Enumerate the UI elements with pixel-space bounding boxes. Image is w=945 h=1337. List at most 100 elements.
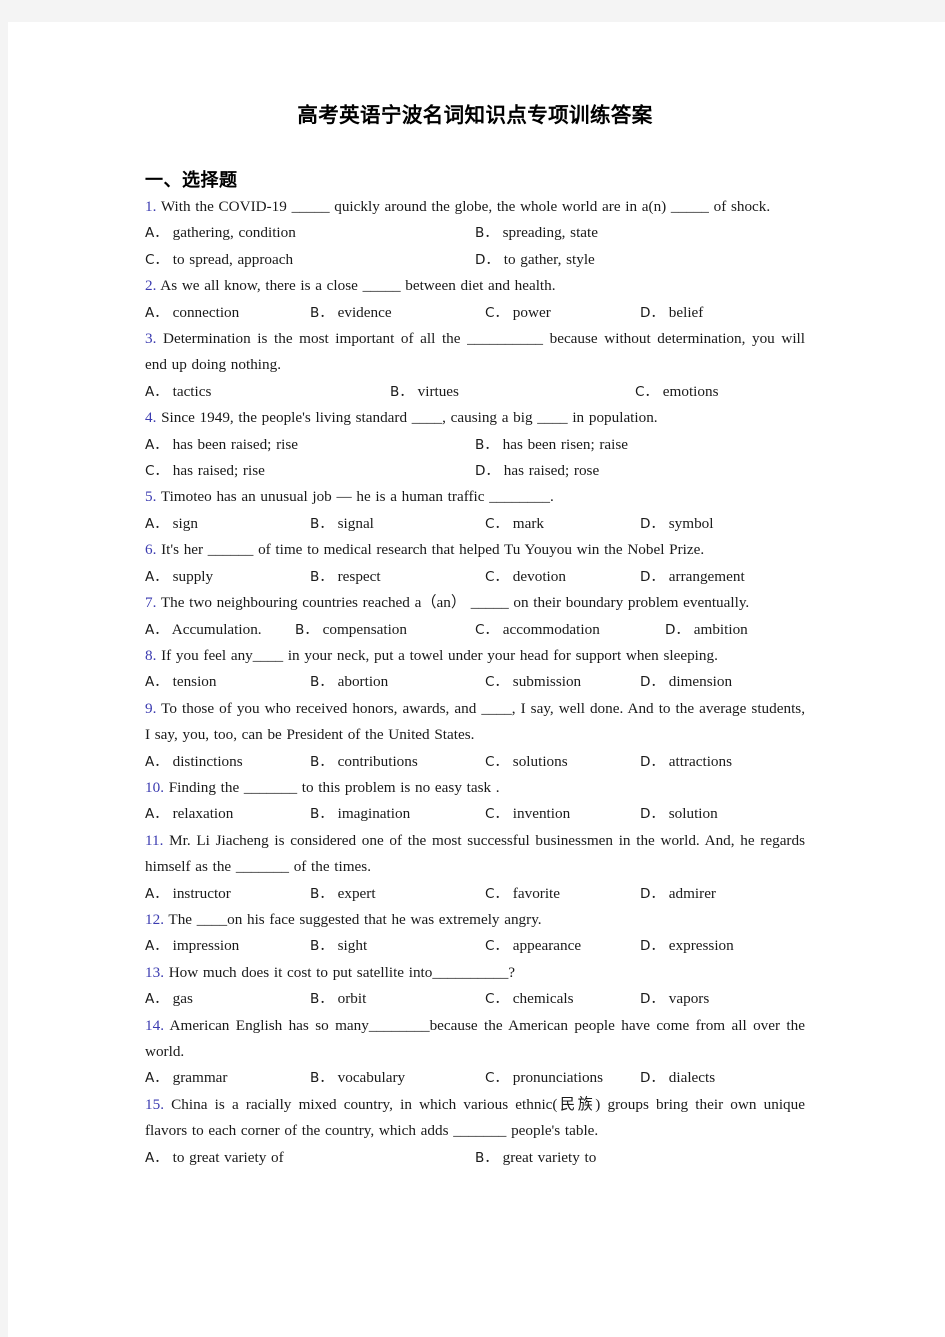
option-label: chemicals [512,990,574,1008]
option-choice[interactable]: D． solution [640,801,805,827]
option-choice[interactable]: B． expert [310,881,485,907]
option-choice[interactable]: B． imagination [310,801,485,827]
question-text: 5. Timoteo has an unusual job — he is a … [145,484,805,510]
option-choice[interactable]: D． symbol [640,511,805,537]
option-letter: C． [485,515,509,532]
option-row: A． relaxation B． imagination C． invention D… [145,801,805,827]
option-choice[interactable]: A． instructor [145,881,310,907]
option-letter: A． [145,674,168,691]
option-row: C． has raised; rise D． has raised; rose [145,458,805,484]
option-letter: D． [640,806,665,823]
option-letter: C． [635,383,659,400]
option-choice[interactable]: A． relaxation [145,801,310,827]
section-heading-multiple-choice: 一、选择题 [145,170,238,190]
option-choice[interactable]: B． virtues [390,379,635,405]
option-choice[interactable]: A． impression [145,933,310,959]
option-letter: A． [145,991,168,1008]
option-row: A． sign B． signal C． mark D． symbol [145,511,805,537]
option-choice[interactable]: B． compensation [295,617,475,643]
option-letter: D． [475,463,500,480]
option-letter: A． [145,1070,168,1087]
option-choice[interactable]: B． contributions [310,749,485,775]
option-choice[interactable]: D． vapors [640,986,805,1012]
option-choice[interactable]: D． has raised; rose [475,458,805,484]
option-letter: D． [475,251,500,268]
option-choice[interactable]: B． spreading, state [475,220,805,246]
option-choice[interactable]: D． to gather, style [475,247,805,273]
option-choice[interactable]: C． pronunciations [485,1065,640,1091]
option-label: accommodation [502,620,600,638]
option-choice[interactable]: A． gas [145,986,310,1012]
option-choice[interactable]: C． solutions [485,749,640,775]
option-choice[interactable]: C． appearance [485,933,640,959]
option-label: impression [172,937,240,955]
option-choice[interactable]: A． has been raised; rise [145,432,475,458]
option-choice[interactable]: D． ambition [665,617,805,643]
option-label: respect [337,567,381,585]
option-choice[interactable]: C． submission [485,669,640,695]
option-letter: A． [145,436,168,453]
option-label: favorite [512,884,561,902]
option-label: tactics [172,382,212,400]
option-choice[interactable]: A． connection [145,300,310,326]
option-choice[interactable]: C． mark [485,511,640,537]
option-choice[interactable]: C． devotion [485,564,640,590]
option-choice[interactable]: C． chemicals [485,986,640,1012]
option-label: symbol [668,514,714,532]
option-letter: B． [310,885,333,902]
option-choice[interactable]: C． power [485,300,640,326]
option-letter: A． [145,938,168,955]
option-choice[interactable]: B． evidence [310,300,485,326]
question-block: 9. To those of you who received honors, … [145,696,805,775]
question-number: 7. [145,594,157,612]
option-label: belief [668,303,704,321]
option-choice[interactable]: A． distinctions [145,749,310,775]
option-choice[interactable]: D． dialects [640,1065,805,1091]
option-letter: B． [310,1070,333,1087]
option-choice[interactable]: B． has been risen; raise [475,432,805,458]
option-choice[interactable]: B． orbit [310,986,485,1012]
option-choice[interactable]: B． signal [310,511,485,537]
option-choice[interactable]: C． has raised; rise [145,458,475,484]
option-letter: B． [475,1149,498,1166]
question-text: 12. The ____on his face suggested that h… [145,907,805,933]
option-choice[interactable]: C． emotions [635,379,805,405]
option-choice[interactable]: A． sign [145,511,310,537]
option-choice[interactable]: A． gathering, condition [145,220,475,246]
option-choice[interactable]: D． expression [640,933,805,959]
option-choice[interactable]: D． arrangement [640,564,805,590]
option-label: emotions [662,382,719,400]
option-choice[interactable]: B． sight [310,933,485,959]
option-choice[interactable]: B． vocabulary [310,1065,485,1091]
option-choice[interactable]: C． accommodation [475,617,665,643]
option-choice[interactable]: D． attractions [640,749,805,775]
option-choice[interactable]: D． dimension [640,669,805,695]
option-choice[interactable]: A． supply [145,564,310,590]
option-label: vocabulary [337,1069,406,1087]
option-choice[interactable]: A． tactics [145,379,390,405]
question-block: 11. Mr. Li Jiacheng is considered one of… [145,828,805,907]
option-choice[interactable]: C． favorite [485,881,640,907]
question-number: 4. [145,409,157,427]
question-block: 10. Finding the _______ to this problem … [145,775,805,828]
option-choice[interactable]: B． abortion [310,669,485,695]
question-body: Determination is the most important of a… [145,330,805,374]
option-letter: C． [485,1070,509,1087]
option-choice[interactable]: D． belief [640,300,805,326]
option-choice[interactable]: A． to great variety of [145,1145,475,1171]
option-label: to spread, approach [172,250,294,268]
question-block: 13. How much does it cost to put satelli… [145,960,805,1013]
option-choice[interactable]: C． to spread, approach [145,247,475,273]
option-choice[interactable]: A． grammar [145,1065,310,1091]
option-choice[interactable]: A． tension [145,669,310,695]
option-row: A． impression B． sight C． appearance D． exp… [145,933,805,959]
question-text: 3. Determination is the most important o… [145,326,805,379]
option-choice[interactable]: B． respect [310,564,485,590]
option-letter: D． [640,991,665,1008]
option-letter: B． [310,515,333,532]
option-choice[interactable]: C． invention [485,801,640,827]
option-choice[interactable]: A． Accumulation. [145,617,295,643]
question-text: 4. Since 1949, the people's living stand… [145,405,805,431]
option-choice[interactable]: B． great variety to [475,1145,805,1171]
option-choice[interactable]: D． admirer [640,881,805,907]
